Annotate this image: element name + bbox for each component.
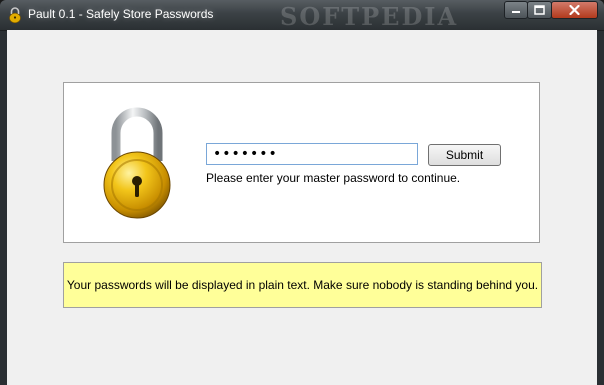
window-title: Pault 0.1 - Safely Store Passwords xyxy=(28,7,214,21)
padlock-app-icon xyxy=(9,7,21,23)
watermark-text: SOFTPEDIA xyxy=(280,2,459,31)
minimize-button[interactable] xyxy=(504,1,528,19)
password-hint: Please enter your master password to con… xyxy=(206,171,461,185)
client-area: Submit Please enter your master password… xyxy=(7,30,597,385)
warning-text: Your passwords will be displayed in plai… xyxy=(66,278,539,292)
title-bar[interactable]: Pault 0.1 - Safely Store Passwords SOFTP… xyxy=(0,0,604,31)
app-window: Pault 0.1 - Safely Store Passwords SOFTP… xyxy=(0,0,604,385)
maximize-icon xyxy=(534,5,545,15)
maximize-button[interactable] xyxy=(527,1,552,19)
submit-button[interactable]: Submit xyxy=(428,144,501,166)
master-password-input[interactable] xyxy=(206,143,418,165)
padlock-icon xyxy=(103,107,171,219)
close-icon xyxy=(569,5,580,15)
close-button[interactable] xyxy=(551,1,598,19)
warning-banner: Your passwords will be displayed in plai… xyxy=(63,262,542,308)
minimize-icon xyxy=(512,11,520,13)
login-panel: Submit Please enter your master password… xyxy=(63,82,540,243)
